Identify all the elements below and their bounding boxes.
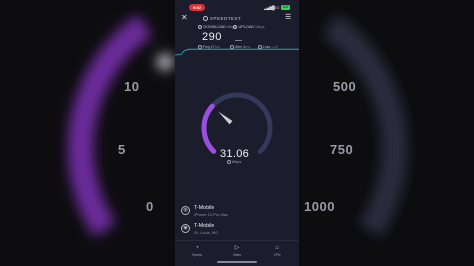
lock-icon: ⌂	[275, 245, 279, 251]
speedtest-logo-icon	[203, 16, 208, 21]
home-indicator	[217, 261, 257, 263]
current-speed-unit: Mbps	[227, 159, 241, 164]
status-time: 9:52	[189, 4, 205, 11]
speedometer-icon: ◔	[195, 245, 199, 251]
nav-speed-label: Speed	[192, 253, 202, 257]
network-type: 5G	[274, 5, 280, 10]
signal-icon: ▂▄▆█	[264, 5, 275, 10]
upload-value-placeholder	[235, 40, 242, 41]
server-name: T-Mobile	[194, 223, 215, 229]
close-icon[interactable]: ✕	[181, 14, 188, 22]
nav-video[interactable]: ▷ Video	[227, 245, 247, 257]
location-pin-icon: ◉	[181, 224, 190, 233]
server-location: St. Louis, MO	[194, 230, 219, 235]
download-arrow-icon	[198, 25, 202, 29]
nav-video-label: Video	[232, 253, 242, 257]
device-name: iPhone 13 Pro Max	[194, 212, 229, 217]
nav-vpn-label: VPN	[273, 253, 281, 257]
background-scale-label: 1000	[304, 199, 335, 214]
download-arrow-icon	[227, 160, 231, 164]
background-scale-label: 5	[118, 142, 126, 157]
nav-speed[interactable]: ◔ Speed	[187, 245, 207, 257]
background-scale-label: 750	[330, 142, 354, 157]
background-scale-label: 0	[146, 199, 154, 214]
upload-label: UPLOAD Mbps	[233, 25, 264, 29]
upload-arrow-icon	[233, 25, 237, 29]
download-label: DOWNLOAD Mbps	[198, 25, 236, 29]
video-play-icon: ▷	[234, 245, 240, 251]
gauge-track	[201, 92, 273, 154]
provider-name: T-Mobile	[194, 205, 215, 211]
gauge-needle	[218, 111, 233, 125]
gauge-fill	[201, 103, 217, 154]
globe-icon: ◍	[181, 206, 190, 215]
background-scale-label: 10	[124, 79, 140, 94]
status-bar: 9:52 ▂▄▆█ 5G 100	[175, 4, 299, 12]
hamburger-menu-icon[interactable]: ☰	[285, 14, 291, 22]
speedtest-app-screen: 9:52 ▂▄▆█ 5G 100 ✕ SPEEDTEST ☰ DOWNLOAD …	[175, 0, 299, 266]
battery-icon: 100	[281, 5, 290, 10]
download-value: 290	[202, 31, 222, 43]
app-brand: SPEEDTEST	[203, 16, 241, 21]
provider-row[interactable]: ◍ T-Mobile iPhone 13 Pro Max	[180, 204, 294, 218]
nav-vpn[interactable]: ⌂ VPN	[267, 245, 287, 257]
background-scale-label: 500	[333, 79, 357, 94]
brand-name: SPEEDTEST	[210, 16, 242, 21]
server-row[interactable]: ◉ T-Mobile St. Louis, MO	[180, 222, 294, 236]
download-graph	[175, 48, 299, 56]
